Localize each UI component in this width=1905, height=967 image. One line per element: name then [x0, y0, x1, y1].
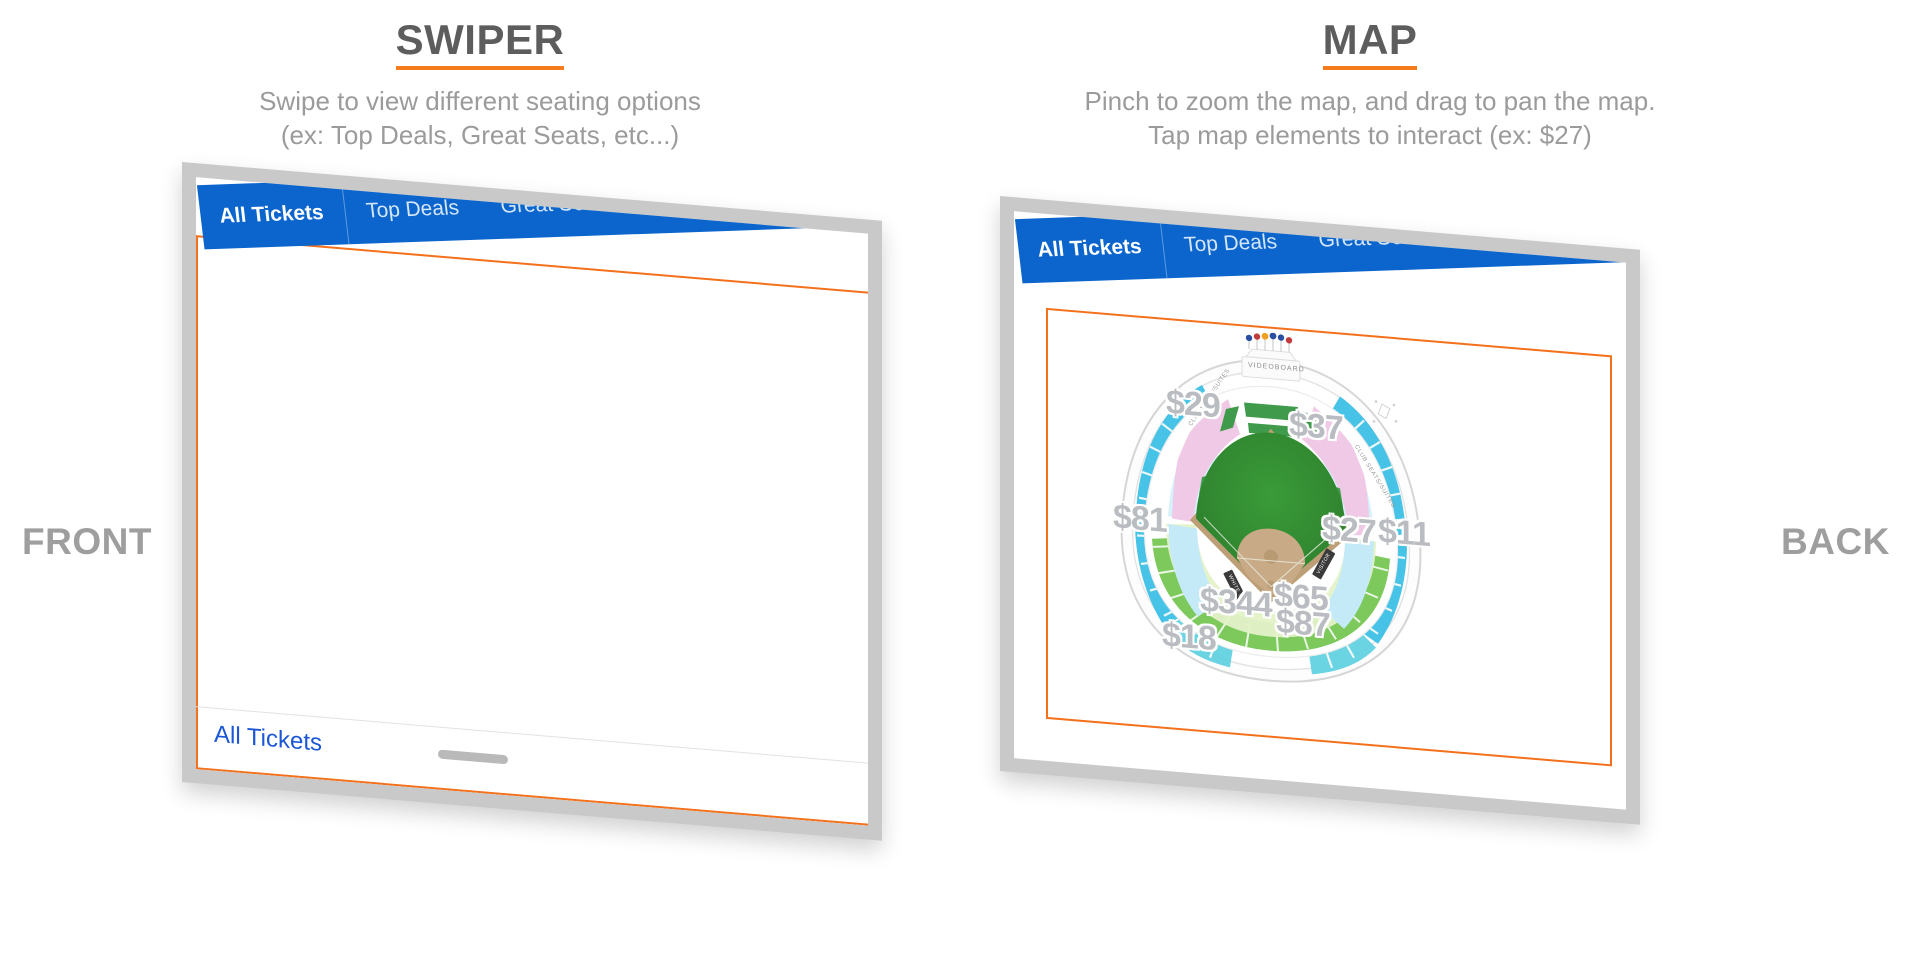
page-title-map: MAP [1322, 17, 1418, 71]
tab-great-seats[interactable]: Great Seats [1294, 211, 1455, 273]
phone-frame-back: All Tickets Top Deals Great Seats Covered S… [1000, 196, 1640, 825]
bottom-all-tickets-label[interactable]: All Tickets [196, 719, 322, 758]
tabbar-back[interactable]: All Tickets Top Deals Great Seats Covered S… [1014, 211, 1626, 284]
map-price-label[interactable]: $81 [1113, 497, 1167, 541]
tab-great-seats[interactable]: Great Seats [476, 177, 637, 239]
page-title-swiper: SWIPER [395, 17, 565, 71]
tab-top-deals[interactable]: Top Deals [1160, 211, 1302, 278]
panel-header-map: MAP Pinch to zoom the map, and drag to p… [1020, 17, 1720, 153]
tabbar-front[interactable]: All Tickets Top Deals Great Seats Covered S… [196, 177, 868, 250]
panel-subtitle-swiper: Swipe to view different seating options … [259, 86, 701, 151]
map-price-layer[interactable]: $29 $37 $81 $27 $11 $344 $65 $87 $18 [1106, 319, 1436, 707]
map-price-label[interactable]: $11 [1378, 512, 1430, 555]
side-label-back: BACK [1781, 521, 1890, 562]
stadium-map[interactable]: VIDEOBOARD CLUB SEATS/SUITES CLUB SEATS/… [1106, 319, 1436, 707]
phone-frame-front: All Tickets Top Deals Great Seats Covered S… [182, 162, 882, 841]
tab-all-tickets[interactable]: All Tickets [196, 180, 350, 250]
map-price-label[interactable]: $27 [1322, 509, 1376, 553]
phone-screen-back: All Tickets Top Deals Great Seats Covered S… [1014, 211, 1626, 810]
tab-top-deals[interactable]: Top Deals [342, 177, 484, 244]
home-indicator-pill[interactable] [438, 749, 509, 764]
tab-covered-seats[interactable]: Covered Seats [1447, 211, 1626, 268]
map-price-label[interactable]: $37 [1289, 405, 1343, 449]
panel-header-swiper: SWIPER Swipe to view different seating o… [170, 17, 790, 153]
bottom-bar-front: All Tickets [196, 711, 868, 811]
tab-shade[interactable]: Shade [809, 177, 868, 228]
panel-subtitle-map: Pinch to zoom the map, and drag to pan t… [1084, 86, 1656, 151]
tab-covered-seats[interactable]: Covered Seats [629, 177, 816, 234]
mockup-stage: SWIPER Swipe to view different seating o… [0, 0, 1905, 967]
map-price-label[interactable]: $87 [1276, 602, 1330, 646]
phone-screen-front: All Tickets Top Deals Great Seats Covered S… [196, 177, 868, 826]
map-price-label[interactable]: $18 [1162, 616, 1216, 660]
tab-all-tickets[interactable]: All Tickets [1014, 214, 1168, 284]
side-label-front: FRONT [22, 521, 152, 562]
map-price-label[interactable]: $29 [1166, 383, 1220, 427]
